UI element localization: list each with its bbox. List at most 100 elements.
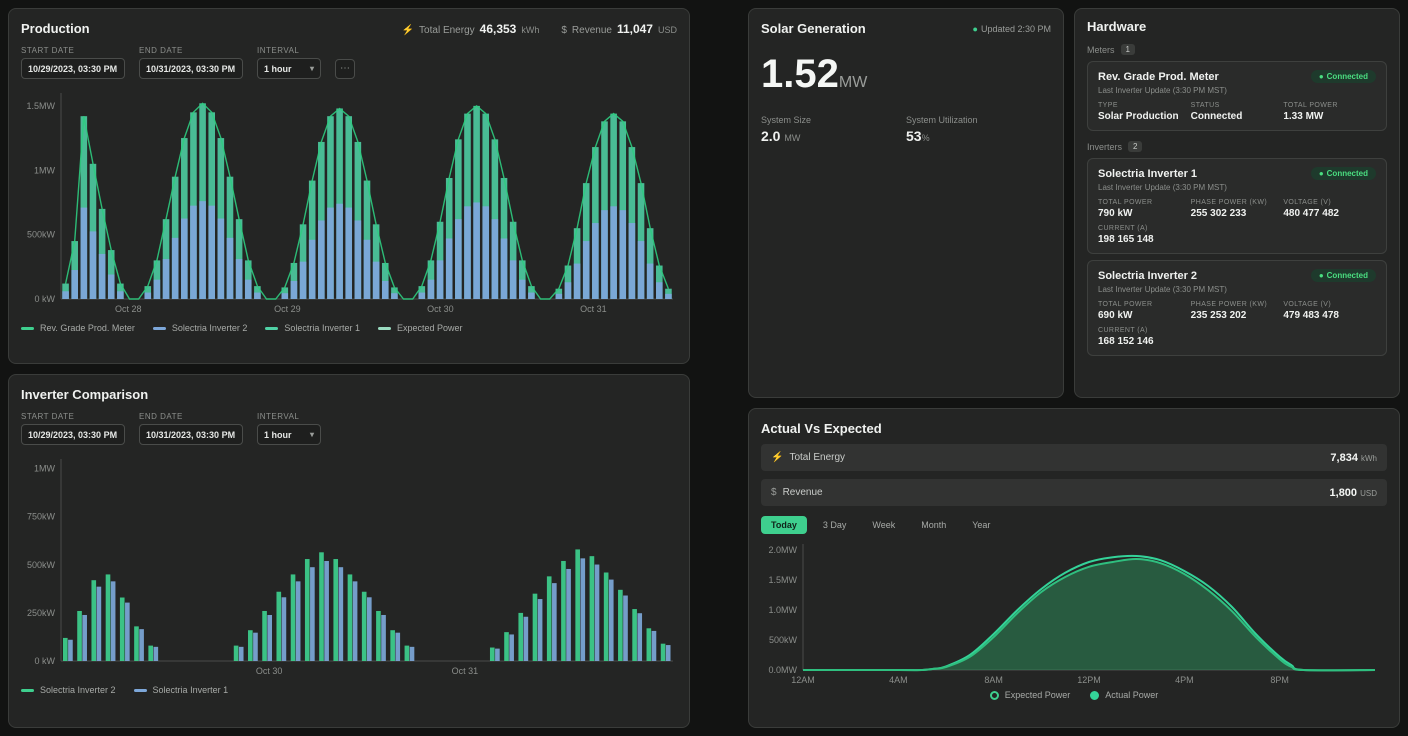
legend-item[interactable]: Solectria Inverter 2	[21, 685, 116, 695]
interval-select[interactable]: 1 hour ▾	[257, 424, 321, 445]
legend-item[interactable]: Expected Power	[378, 323, 463, 333]
solar-generation-panel: Solar Generation ●Updated 2:30 PM 1.52MW…	[748, 8, 1064, 398]
row-value: 1,800	[1330, 487, 1358, 499]
start-date-input[interactable]	[21, 58, 125, 79]
metric: Current (A) 168 152 146	[1098, 327, 1376, 347]
generation-number: 1.52	[761, 52, 839, 96]
inverter-comparison-legend: Solectria Inverter 2 Solectria Inverter …	[21, 685, 677, 695]
svg-text:1.0MW: 1.0MW	[768, 605, 797, 615]
end-date-input[interactable]	[139, 58, 243, 79]
badge-dot-icon: ●	[1319, 169, 1324, 178]
inverter-comparison-panel: Inverter Comparison Start Date End Date …	[8, 374, 690, 728]
metric-value: 235 253 202	[1191, 310, 1284, 321]
svg-text:500kW: 500kW	[27, 560, 56, 570]
legend-label: Solectria Inverter 1	[284, 323, 360, 333]
chart-options-button[interactable]: ⋯	[335, 59, 355, 79]
svg-text:4PM: 4PM	[1175, 675, 1194, 685]
interval-select[interactable]: 1 hour ▾	[257, 58, 321, 79]
legend-label: Actual Power	[1105, 690, 1158, 700]
total-energy-unit: kWh	[521, 25, 539, 35]
metric: Total Power690 kW	[1098, 301, 1191, 321]
inverter2-swatch-icon	[21, 689, 34, 692]
metric-label: Voltage (V)	[1283, 199, 1376, 206]
legend-item[interactable]: Rev. Grade Prod. Meter	[21, 323, 135, 333]
row-label: Total Energy	[789, 452, 845, 463]
end-date-label: End Date	[139, 412, 243, 421]
legend-label: Solectria Inverter 1	[153, 685, 229, 695]
row-unit: USD	[1360, 489, 1377, 498]
svg-text:4AM: 4AM	[889, 675, 908, 685]
metric-label: Voltage (V)	[1283, 301, 1376, 308]
svg-text:Oct 28: Oct 28	[115, 304, 142, 314]
interval-label: Interval	[257, 412, 321, 421]
start-date-input[interactable]	[21, 424, 125, 445]
legend-item[interactable]: Solectria Inverter 1	[134, 685, 229, 695]
metric-value: 690 kW	[1098, 310, 1191, 321]
meter-card-title: Rev. Grade Prod. Meter	[1098, 71, 1219, 83]
start-date-label: Start Date	[21, 412, 125, 421]
actual-legend: Expected Power Actual Power	[761, 690, 1387, 700]
production-panel: Production ⚡ Total Energy 46,353 kWh $ R…	[8, 8, 690, 364]
revenue-icon: $	[561, 25, 567, 36]
legend-item[interactable]: Solectria Inverter 1	[265, 323, 360, 333]
end-date-input[interactable]	[139, 424, 243, 445]
metric-label: Total Power	[1283, 102, 1376, 109]
chevron-down-icon: ▾	[310, 430, 314, 439]
metric: Total Power 790 kW	[1098, 199, 1191, 219]
interval-label: Interval	[257, 46, 321, 55]
connected-badge: ●Connected	[1311, 167, 1376, 180]
metric-label: Current (A)	[1098, 327, 1376, 334]
inverters-label: Inverters	[1087, 142, 1122, 152]
inverter-card: Solectria Inverter 2 ●Connected Last Inv…	[1087, 260, 1387, 356]
svg-text:750kW: 750kW	[27, 512, 56, 522]
metric: Voltage (V)479 483 478	[1283, 301, 1376, 321]
inverter2-swatch-icon	[153, 327, 166, 330]
start-date-label: Start Date	[21, 46, 125, 55]
svg-text:500kW: 500kW	[769, 635, 798, 645]
total-energy-row: ⚡Total Energy 7,834 kWh	[761, 444, 1387, 471]
tab-month[interactable]: Month	[911, 516, 956, 534]
total-energy-value: 46,353	[480, 22, 517, 36]
svg-text:Oct 30: Oct 30	[256, 666, 283, 676]
metric-label: Total Power	[1098, 199, 1191, 206]
actual-vs-expected-panel: Actual Vs Expected ⚡Total Energy 7,834 k…	[748, 408, 1400, 728]
actual-vs-expected-chart: 2.0MW1.5MW1.0MW500kW0.0MW12AM4AM8AM12PM4…	[761, 538, 1383, 686]
expected-power-ring-icon	[990, 691, 999, 700]
metric: Voltage (V)480 477 482	[1283, 199, 1376, 219]
inverter-comparison-title: Inverter Comparison	[21, 387, 148, 402]
meter-card-subtitle: Last Inverter Update (3:30 PM MST)	[1098, 86, 1376, 95]
row-label: Revenue	[783, 487, 823, 498]
svg-text:8PM: 8PM	[1270, 675, 1289, 685]
inverter-card: Solectria Inverter 1 ●Connected Last Inv…	[1087, 158, 1387, 254]
solar-generation-title: Solar Generation	[761, 21, 866, 36]
inverter1-swatch-icon	[265, 327, 278, 330]
legend-item[interactable]: Actual Power	[1090, 690, 1158, 700]
legend-item[interactable]: Expected Power	[990, 690, 1071, 700]
actual-power-ring-icon	[1090, 691, 1099, 700]
legend-label: Rev. Grade Prod. Meter	[40, 323, 135, 333]
metric-value: Solar Production	[1098, 111, 1191, 122]
hardware-panel: Hardware Meters 1 Rev. Grade Prod. Meter…	[1074, 8, 1400, 398]
metric: Phase Power (kW)255 302 233	[1191, 199, 1284, 219]
hardware-title: Hardware	[1087, 19, 1387, 34]
tab-year[interactable]: Year	[962, 516, 1000, 534]
row-unit: kWh	[1361, 454, 1377, 463]
lightning-icon: ⚡	[402, 25, 414, 36]
tab-3-day[interactable]: 3 Day	[813, 516, 857, 534]
current-generation-value: 1.52MW	[761, 52, 1051, 97]
metric-value: 790 kW	[1098, 208, 1191, 219]
system-size: System Size 2.0 MW	[761, 115, 906, 144]
utilization-unit: %	[922, 133, 930, 143]
legend-item[interactable]: Solectria Inverter 2	[153, 323, 248, 333]
revenue-row: $Revenue 1,800 USD	[761, 479, 1387, 506]
connected-badge: ●Connected	[1311, 269, 1376, 282]
tab-week[interactable]: Week	[862, 516, 905, 534]
legend-label: Solectria Inverter 2	[40, 685, 116, 695]
total-energy-label: Total Energy	[419, 25, 475, 36]
left-column: Production ⚡ Total Energy 46,353 kWh $ R…	[8, 8, 690, 728]
metric: Total Power1.33 MW	[1283, 102, 1376, 122]
tab-today[interactable]: Today	[761, 516, 807, 534]
metric-label: Type	[1098, 102, 1191, 109]
svg-text:500kW: 500kW	[27, 230, 56, 240]
revenue-label: Revenue	[572, 25, 612, 36]
